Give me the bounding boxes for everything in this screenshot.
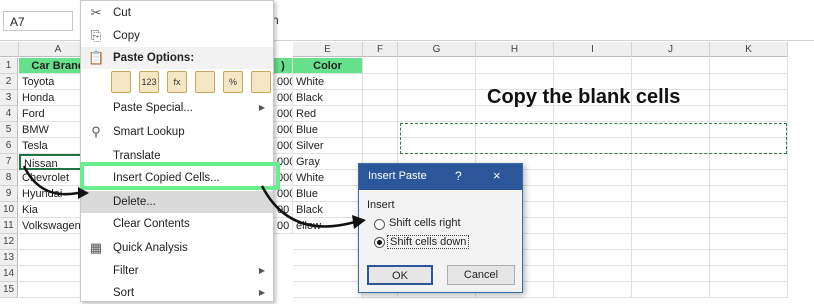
- arrow-to-menu: [22, 165, 79, 196]
- annotation-arrows: [22, 165, 366, 229]
- arrowhead-icon: [352, 215, 366, 229]
- arrowhead-icon: [78, 187, 89, 199]
- arrow-to-dialog: [260, 185, 356, 228]
